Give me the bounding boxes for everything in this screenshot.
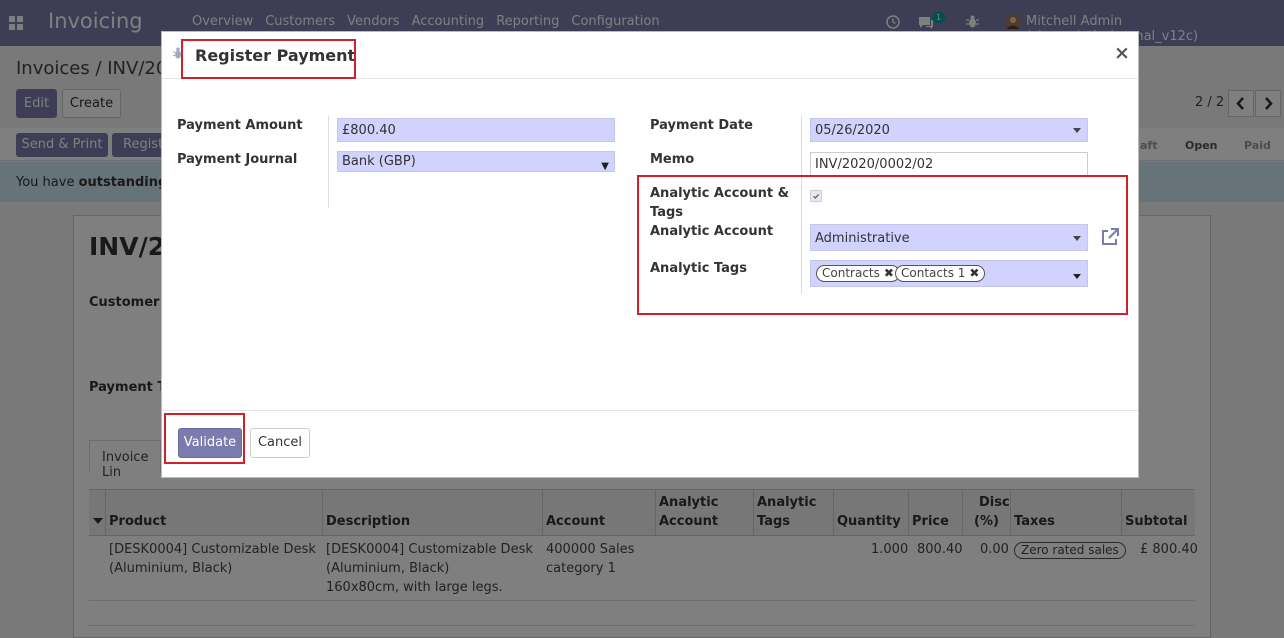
chevron-down-icon <box>1073 128 1081 133</box>
highlight-analytic-section <box>637 175 1128 315</box>
payment-journal-label: Payment Journal <box>177 152 298 167</box>
payment-journal-value: Bank (GBP) <box>342 154 416 169</box>
modal-footer: Validate Cancel <box>162 410 1138 478</box>
payment-date-label: Payment Date <box>650 118 753 133</box>
payment-date-input[interactable]: 05/26/2020 <box>810 118 1088 142</box>
payment-amount-input[interactable]: £800.40 <box>337 118 615 142</box>
left-label-separator <box>328 116 329 208</box>
close-icon[interactable]: × <box>1114 42 1130 64</box>
dropdown-arrow-icon: ▼ <box>601 161 609 172</box>
memo-label: Memo <box>650 152 695 167</box>
payment-amount-label: Payment Amount <box>177 118 303 133</box>
cancel-button[interactable]: Cancel <box>250 428 310 458</box>
highlight-title <box>181 39 356 79</box>
memo-input[interactable]: INV/2020/0002/02 <box>810 152 1088 176</box>
payment-date-value: 05/26/2020 <box>815 123 890 138</box>
payment-journal-select[interactable]: Bank (GBP) ▼ <box>337 151 615 172</box>
highlight-validate <box>164 413 245 464</box>
